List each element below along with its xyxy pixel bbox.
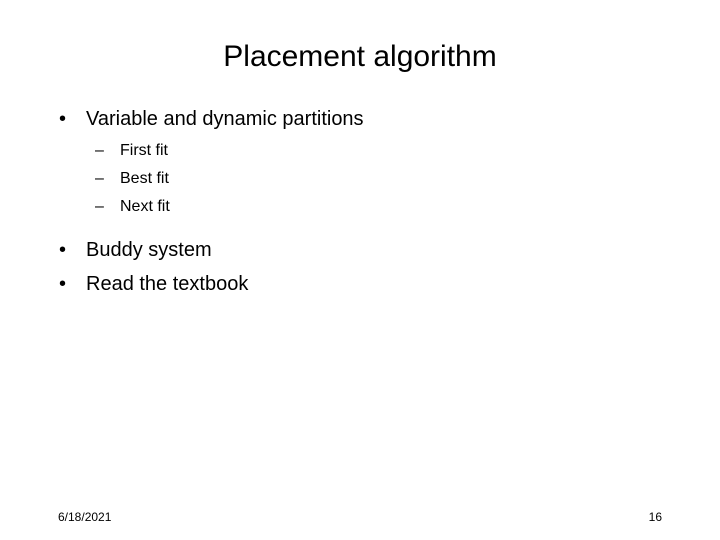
list-item: – Next fit xyxy=(52,196,672,217)
list-item-label: Variable and dynamic partitions xyxy=(86,108,364,130)
bullet-dash-icon: – xyxy=(95,198,104,215)
list-item: • Buddy system xyxy=(52,237,672,263)
list-item-label: Best fit xyxy=(120,170,169,187)
slide: Placement algorithm • Variable and dynam… xyxy=(0,0,720,540)
list-item: • Variable and dynamic partitions xyxy=(52,106,672,132)
list-item: – First fit xyxy=(52,140,672,161)
list-item: – Best fit xyxy=(52,168,672,189)
bullet-dot-icon: • xyxy=(59,239,67,261)
list-item-label: Next fit xyxy=(120,198,170,215)
list-item: • Read the textbook xyxy=(52,271,672,297)
list-item-label: First fit xyxy=(120,142,168,159)
page-title: Placement algorithm xyxy=(223,40,497,73)
footer-date: 6/18/2021 xyxy=(58,510,112,524)
bullet-dash-icon: – xyxy=(95,142,104,159)
bullet-dot-icon: • xyxy=(59,273,67,295)
bullet-dot-icon: • xyxy=(59,108,67,130)
list-item-label: Buddy system xyxy=(86,239,212,261)
slide-body: • Variable and dynamic partitions – Firs… xyxy=(52,106,672,305)
list-item-label: Read the textbook xyxy=(86,273,249,295)
sub-list: – First fit – Best fit – Next fit xyxy=(52,140,672,217)
bullet-dash-icon: – xyxy=(95,170,104,187)
footer-page-number: 16 xyxy=(648,510,662,524)
